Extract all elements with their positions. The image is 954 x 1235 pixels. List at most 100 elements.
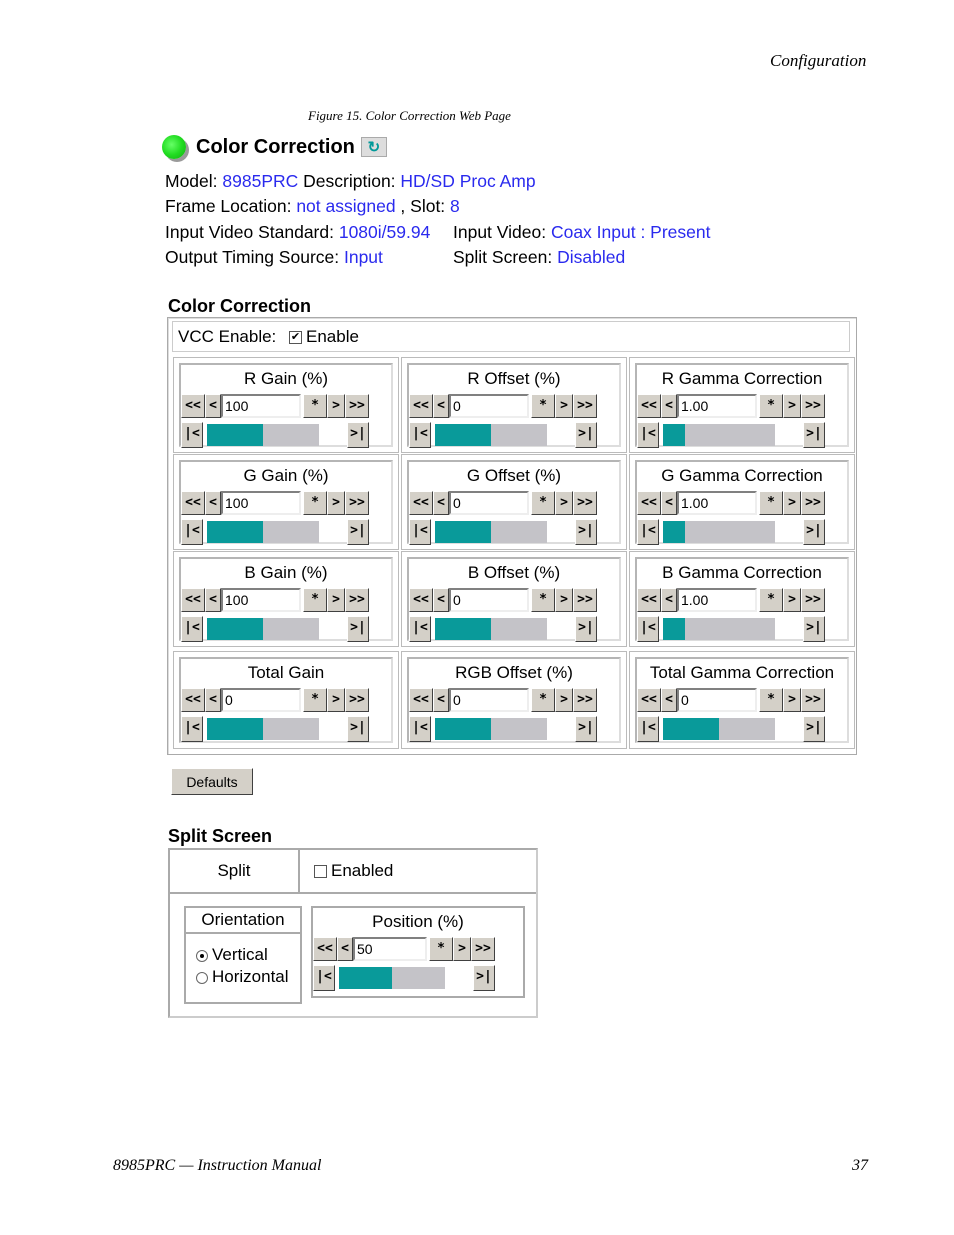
position-slider-track[interactable] <box>339 967 445 989</box>
g-gamma-correction-slider-track[interactable] <box>663 521 775 543</box>
rgb-offset-max-button[interactable]: >| <box>575 716 597 742</box>
r-gain-value-input[interactable]: 100 <box>221 394 301 418</box>
vcc-enable-checkbox[interactable]: ✔ <box>289 331 302 345</box>
g-offset-increment-button[interactable]: > <box>555 491 573 515</box>
split-enabled-checkbox[interactable] <box>314 865 327 879</box>
g-gamma-correction-decrement-button[interactable]: < <box>661 491 677 515</box>
rgb-offset-decrement-button[interactable]: < <box>433 688 449 712</box>
g-gamma-correction-value-input[interactable]: 1.00 <box>677 491 757 515</box>
g-gain-min-button[interactable]: |< <box>181 519 203 545</box>
b-offset-fast-decrement-button[interactable]: << <box>409 588 433 612</box>
g-gain-value-input[interactable]: 100 <box>221 491 301 515</box>
g-gain-fast-decrement-button[interactable]: << <box>181 491 205 515</box>
position-max-button[interactable]: >| <box>473 965 495 991</box>
position-increment-button[interactable]: > <box>453 937 471 961</box>
b-gain-decrement-button[interactable]: < <box>205 588 221 612</box>
r-gamma-correction-min-button[interactable]: |< <box>637 422 659 448</box>
r-gamma-correction-decrement-button[interactable]: < <box>661 394 677 418</box>
g-gain-slider-track[interactable] <box>207 521 319 543</box>
input-standard-link[interactable]: 1080i/59.94 <box>339 222 430 242</box>
r-offset-fast-decrement-button[interactable]: << <box>409 394 433 418</box>
b-gamma-correction-max-button[interactable]: >| <box>803 616 825 642</box>
g-offset-max-button[interactable]: >| <box>575 519 597 545</box>
b-offset-value-input[interactable]: 0 <box>449 588 529 612</box>
b-gain-fast-increment-button[interactable]: >> <box>345 588 369 612</box>
b-offset-fast-increment-button[interactable]: >> <box>573 588 597 612</box>
r-gamma-correction-fast-increment-button[interactable]: >> <box>801 394 825 418</box>
total-gamma-correction-default-button[interactable]: * <box>759 688 783 712</box>
r-gain-increment-button[interactable]: > <box>327 394 345 418</box>
r-offset-increment-button[interactable]: > <box>555 394 573 418</box>
g-offset-default-button[interactable]: * <box>531 491 555 515</box>
g-gain-decrement-button[interactable]: < <box>205 491 221 515</box>
rgb-offset-default-button[interactable]: * <box>531 688 555 712</box>
b-offset-min-button[interactable]: |< <box>409 616 431 642</box>
b-gain-increment-button[interactable]: > <box>327 588 345 612</box>
r-gamma-correction-default-button[interactable]: * <box>759 394 783 418</box>
r-gamma-correction-slider-track[interactable] <box>663 424 775 446</box>
total-gain-fast-increment-button[interactable]: >> <box>345 688 369 712</box>
total-gamma-correction-fast-increment-button[interactable]: >> <box>801 688 825 712</box>
r-gamma-correction-value-input[interactable]: 1.00 <box>677 394 757 418</box>
g-gain-fast-increment-button[interactable]: >> <box>345 491 369 515</box>
b-gain-max-button[interactable]: >| <box>347 616 369 642</box>
b-gain-fast-decrement-button[interactable]: << <box>181 588 205 612</box>
g-gain-increment-button[interactable]: > <box>327 491 345 515</box>
r-offset-decrement-button[interactable]: < <box>433 394 449 418</box>
rgb-offset-min-button[interactable]: |< <box>409 716 431 742</box>
b-gamma-correction-value-input[interactable]: 1.00 <box>677 588 757 612</box>
total-gain-default-button[interactable]: * <box>303 688 327 712</box>
g-offset-min-button[interactable]: |< <box>409 519 431 545</box>
b-offset-default-button[interactable]: * <box>531 588 555 612</box>
b-offset-max-button[interactable]: >| <box>575 616 597 642</box>
input-video-link[interactable]: Coax Input : Present <box>551 222 711 242</box>
r-gain-decrement-button[interactable]: < <box>205 394 221 418</box>
rgb-offset-value-input[interactable]: 0 <box>449 688 529 712</box>
r-offset-default-button[interactable]: * <box>531 394 555 418</box>
total-gain-fast-decrement-button[interactable]: << <box>181 688 205 712</box>
b-offset-decrement-button[interactable]: < <box>433 588 449 612</box>
r-gain-slider-track[interactable] <box>207 424 319 446</box>
r-offset-slider-track[interactable] <box>435 424 547 446</box>
position-default-button[interactable]: * <box>429 937 453 961</box>
b-gamma-correction-decrement-button[interactable]: < <box>661 588 677 612</box>
b-gamma-correction-min-button[interactable]: |< <box>637 616 659 642</box>
total-gain-increment-button[interactable]: > <box>327 688 345 712</box>
position-decrement-button[interactable]: < <box>337 937 353 961</box>
g-offset-decrement-button[interactable]: < <box>433 491 449 515</box>
total-gamma-correction-value-input[interactable]: 0 <box>677 688 757 712</box>
rgb-offset-fast-increment-button[interactable]: >> <box>573 688 597 712</box>
total-gamma-correction-slider-track[interactable] <box>663 718 775 740</box>
g-gamma-correction-fast-increment-button[interactable]: >> <box>801 491 825 515</box>
horizontal-radio[interactable] <box>196 971 208 984</box>
r-offset-min-button[interactable]: |< <box>409 422 431 448</box>
b-gain-default-button[interactable]: * <box>303 588 327 612</box>
defaults-button[interactable]: Defaults <box>171 768 253 795</box>
g-gamma-correction-increment-button[interactable]: > <box>783 491 801 515</box>
rgb-offset-increment-button[interactable]: > <box>555 688 573 712</box>
total-gain-value-input[interactable]: 0 <box>221 688 301 712</box>
position-value-input[interactable]: 50 <box>353 937 427 961</box>
b-gamma-correction-fast-increment-button[interactable]: >> <box>801 588 825 612</box>
orientation-option-horizontal[interactable]: Horizontal <box>186 966 300 988</box>
g-gamma-correction-max-button[interactable]: >| <box>803 519 825 545</box>
total-gamma-correction-decrement-button[interactable]: < <box>661 688 677 712</box>
total-gain-slider-track[interactable] <box>207 718 319 740</box>
b-gain-slider-track[interactable] <box>207 618 319 640</box>
r-gain-default-button[interactable]: * <box>303 394 327 418</box>
vertical-radio[interactable] <box>196 949 208 962</box>
r-gamma-correction-fast-decrement-button[interactable]: << <box>637 394 661 418</box>
g-gamma-correction-min-button[interactable]: |< <box>637 519 659 545</box>
b-gamma-correction-fast-decrement-button[interactable]: << <box>637 588 661 612</box>
r-gain-fast-decrement-button[interactable]: << <box>181 394 205 418</box>
b-offset-increment-button[interactable]: > <box>555 588 573 612</box>
g-offset-fast-increment-button[interactable]: >> <box>573 491 597 515</box>
total-gain-min-button[interactable]: |< <box>181 716 203 742</box>
total-gain-max-button[interactable]: >| <box>347 716 369 742</box>
r-gamma-correction-increment-button[interactable]: > <box>783 394 801 418</box>
g-offset-value-input[interactable]: 0 <box>449 491 529 515</box>
r-gain-fast-increment-button[interactable]: >> <box>345 394 369 418</box>
total-gain-decrement-button[interactable]: < <box>205 688 221 712</box>
g-gamma-correction-fast-decrement-button[interactable]: << <box>637 491 661 515</box>
orientation-option-vertical[interactable]: Vertical <box>186 944 300 966</box>
